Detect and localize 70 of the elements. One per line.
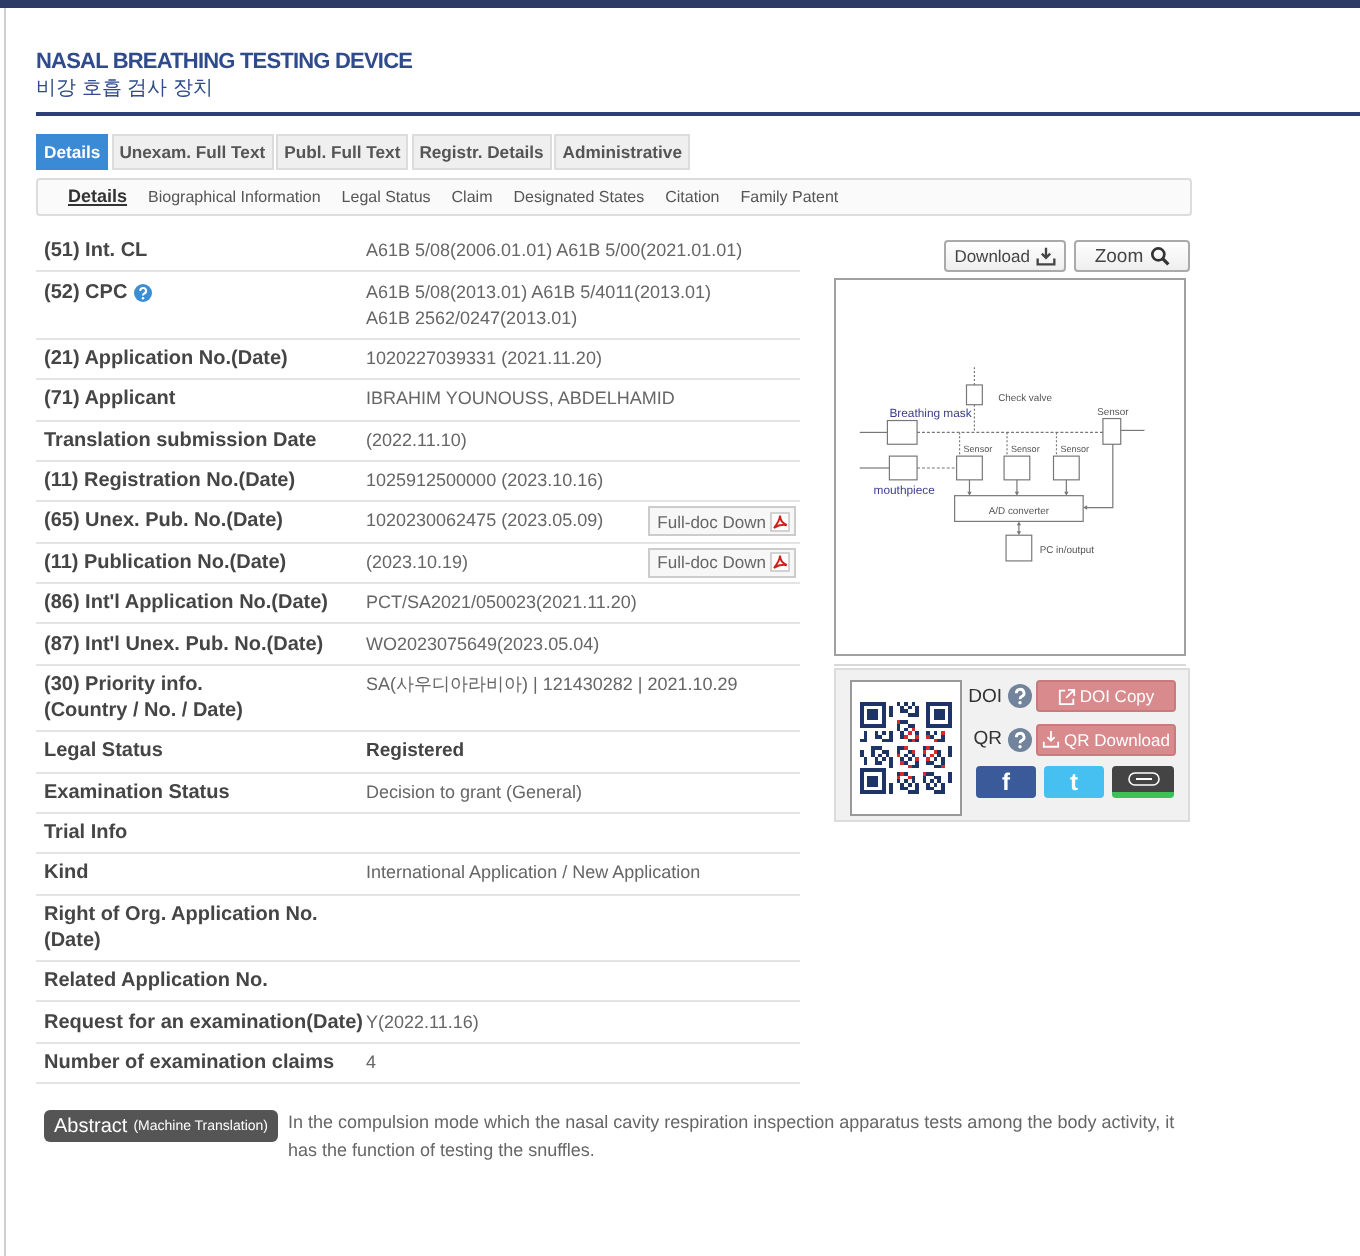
zoom-button[interactable]: Zoom xyxy=(1074,240,1190,272)
subtab[interactable]: Claim xyxy=(451,187,493,205)
field-label: Kind xyxy=(44,860,89,887)
field-label: (11) Registration No.(Date) xyxy=(44,468,296,495)
full-doc-download-button[interactable]: Full-doc Down xyxy=(647,506,796,537)
field-value: SA(사우디아라비아) | 121430282 | 2021.10.29 xyxy=(366,671,738,698)
field-value: International Application / New Application xyxy=(366,860,701,887)
download-icon xyxy=(1042,730,1061,749)
tab[interactable]: Administrative xyxy=(554,133,690,170)
oval-logo-icon xyxy=(1127,772,1159,787)
abstract-text: In the compulsion mode which the nasal cavity respiration inspection apparatus tests among the body activity, it has the function of testing the snuffles. xyxy=(288,1110,1177,1164)
field-value: 1020230062475 (2023.05.09) xyxy=(366,508,604,535)
pdf-icon xyxy=(770,552,790,573)
field-label: (71) Applicant xyxy=(44,386,176,413)
field-label: Legal Status xyxy=(44,738,163,765)
qr-code-icon xyxy=(850,680,962,816)
subtab[interactable]: Citation xyxy=(665,187,720,205)
tab[interactable]: Details xyxy=(36,133,109,170)
field-label: Trial Info xyxy=(44,820,128,847)
field-value: A61B 5/08(2006.01.01) A61B 5/00(2021.01.01) xyxy=(366,238,743,265)
help-icon[interactable] xyxy=(1008,727,1032,752)
field-label: Request for an examination(Date) xyxy=(44,1009,363,1036)
field-value: Registered xyxy=(366,738,465,765)
field-label: (87) Int'l Unex. Pub. No.(Date) xyxy=(44,631,324,658)
abstract-title: Abstract xyxy=(54,1115,128,1138)
subtab[interactable]: Designated States xyxy=(513,187,645,205)
field-label: (30) Priority info. (Country / No. / Date) xyxy=(44,671,243,724)
pdf-icon xyxy=(770,511,790,532)
field-label: Right of Org. Application No. (Date) xyxy=(44,901,318,954)
external-link-icon xyxy=(1057,687,1076,705)
field-label: Related Application No. xyxy=(44,968,268,995)
field-value: WO2023075649(2023.05.04) xyxy=(366,631,600,658)
field-label: (11) Publication No.(Date) xyxy=(44,549,287,576)
field-label: Translation submission Date xyxy=(44,427,317,454)
field-value: A61B 5/08(2013.01) A61B 5/4011(2013.01) A61B 2562/0247(2013.01) xyxy=(366,279,711,332)
subtab[interactable]: Biographical Information xyxy=(148,187,321,205)
field-label: (21) Application No.(Date) xyxy=(44,345,288,372)
field-value: 1020227039331 (2021.11.20) xyxy=(366,345,602,372)
field-value: 4 xyxy=(366,1049,377,1076)
field-label: Examination Status xyxy=(44,779,230,806)
field-value: IBRAHIM YOUNOUSS, ABDELHAMID xyxy=(366,386,675,413)
subtab[interactable]: Legal Status xyxy=(341,187,431,205)
tab[interactable]: Publ. Full Text xyxy=(276,133,409,170)
search-icon xyxy=(1149,246,1170,266)
field-label: Number of examination claims xyxy=(44,1049,335,1076)
share-label: QR xyxy=(971,728,1002,751)
patent-title: NASAL BREATHING TESTING DEVICE xyxy=(36,50,415,76)
download-icon xyxy=(1036,246,1056,266)
field-value: Decision to grant (General) xyxy=(366,779,583,806)
patent-subtitle: 비강 호흡 검사 장치 xyxy=(36,76,215,102)
field-label: (86) Int'l Application No.(Date) xyxy=(44,590,329,617)
field-label: (52) CPC xyxy=(44,279,128,306)
field-label: (65) Unex. Pub. No.(Date) xyxy=(44,508,283,535)
field-value: 1025912500000 (2023.10.16) xyxy=(366,468,604,495)
subtab[interactable]: Family Patent xyxy=(740,187,839,205)
tab[interactable]: Unexam. Full Text xyxy=(111,133,274,170)
field-value: (2023.10.19) xyxy=(366,549,469,576)
subtab[interactable]: Details xyxy=(68,186,128,206)
share-label: DOI xyxy=(968,685,1002,707)
share-button[interactable]: f xyxy=(976,766,1036,799)
share-button[interactable] xyxy=(1112,766,1174,799)
field-value: PCT/SA2021/050023(2021.11.20) xyxy=(366,590,637,617)
tab[interactable]: Registr. Details xyxy=(411,133,552,170)
help-icon[interactable] xyxy=(133,283,152,302)
field-label: (51) Int. CL xyxy=(44,238,148,265)
field-value: (2022.11.10) xyxy=(366,427,467,454)
help-icon[interactable] xyxy=(1008,684,1032,708)
field-value: Y(2022.11.16) xyxy=(366,1009,479,1036)
download-button[interactable]: Download xyxy=(944,240,1066,272)
full-doc-download-button[interactable]: Full-doc Down xyxy=(647,547,796,578)
